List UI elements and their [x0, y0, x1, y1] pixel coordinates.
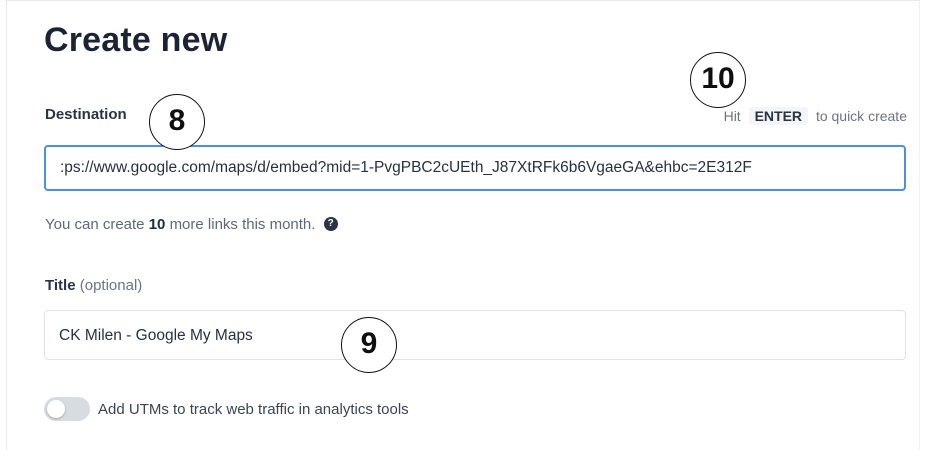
callout-badge-8: 8	[149, 94, 205, 150]
callout-badge-9: 9	[341, 317, 397, 373]
hint-prefix: Hit	[723, 108, 741, 124]
utm-toggle-row[interactable]: Add UTMs to track web traffic in analyti…	[44, 396, 409, 422]
enter-hint: Hit ENTER to quick create	[724, 107, 907, 125]
quota-count: 10	[148, 216, 166, 233]
utm-toggle[interactable]	[44, 397, 90, 421]
link-quota-text: You can create 10 more links this month.…	[45, 216, 338, 233]
title-optional-text: (optional)	[79, 277, 143, 294]
callout-badge-10: 10	[690, 52, 746, 108]
title-label-text: Title	[45, 277, 76, 294]
enter-key-badge: ENTER	[748, 107, 809, 125]
utm-label: Add UTMs to track web traffic in analyti…	[98, 400, 409, 418]
title-input[interactable]: CK Milen - Google My Maps	[44, 310, 906, 360]
quota-prefix: You can create	[45, 216, 145, 233]
question-circle-icon[interactable]: ?	[323, 217, 338, 232]
quota-suffix: more links this month.	[169, 216, 316, 233]
page-title: Create new	[44, 21, 228, 59]
destination-input-value[interactable]: :ps://www.google.com/maps/d/embed?mid=1-…	[60, 147, 898, 189]
title-label: Title (optional)	[45, 277, 142, 294]
hint-suffix: to quick create	[815, 108, 907, 124]
toggle-knob	[47, 400, 65, 418]
destination-label: Destination	[45, 106, 127, 123]
destination-input[interactable]: :ps://www.google.com/maps/d/embed?mid=1-…	[44, 145, 906, 191]
